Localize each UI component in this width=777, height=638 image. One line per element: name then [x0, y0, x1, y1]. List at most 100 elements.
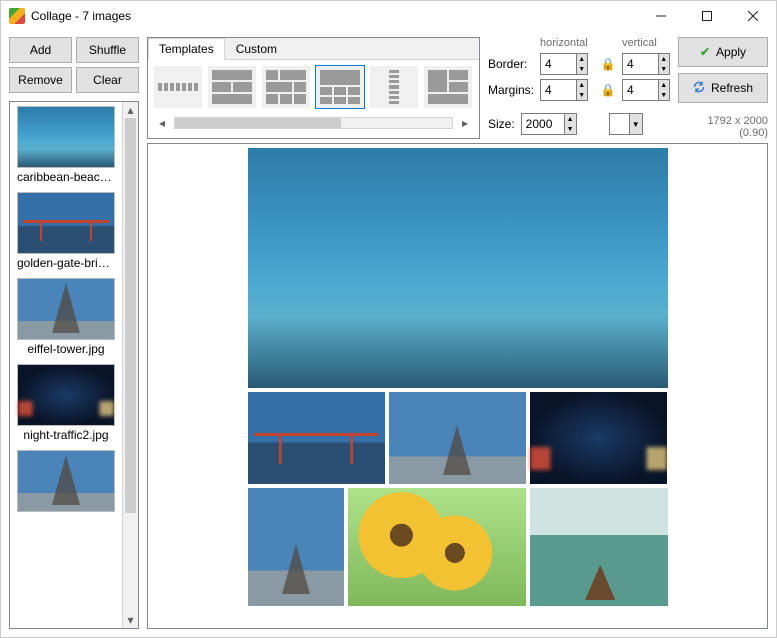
- close-button[interactable]: [730, 1, 776, 31]
- size-spinner[interactable]: ▲▼: [521, 113, 577, 135]
- preview-cell[interactable]: [248, 488, 344, 606]
- template-area: Templates Custom ◂ ▸: [147, 37, 480, 139]
- margins-h-input[interactable]: [541, 80, 576, 100]
- spinner-down-icon[interactable]: ▼: [659, 90, 669, 100]
- template-item[interactable]: [154, 66, 202, 108]
- scroll-down-icon[interactable]: ▾: [123, 612, 138, 628]
- refresh-icon: [693, 81, 705, 96]
- preview-cell[interactable]: [530, 488, 667, 606]
- lock-icon[interactable]: 🔒: [600, 82, 616, 98]
- margins-v-input[interactable]: [623, 80, 658, 100]
- collage-preview: [248, 148, 668, 606]
- window-controls: [638, 1, 776, 31]
- tab-custom[interactable]: Custom: [225, 38, 288, 59]
- thumb-caption: eiffel-tower.jpg: [17, 342, 115, 356]
- list-item[interactable]: caribbean-beach....: [10, 102, 122, 188]
- dropdown-icon[interactable]: ▼: [630, 114, 642, 134]
- preview-area[interactable]: [147, 143, 768, 629]
- border-v-spinner[interactable]: ▲▼: [622, 53, 670, 75]
- lock-icon[interactable]: 🔒: [600, 56, 616, 72]
- action-panel: ✔ Apply Refresh 1792 x 2000 (0.90): [678, 37, 768, 139]
- margins-v-spinner[interactable]: ▲▼: [622, 79, 670, 101]
- size-label: Size:: [488, 117, 515, 131]
- color-swatch: [610, 114, 630, 134]
- left-panel: Add Shuffle Remove Clear caribbean-beach…: [9, 37, 139, 629]
- template-hscrollbar[interactable]: ◂ ▸: [148, 114, 479, 132]
- refresh-label: Refresh: [711, 81, 753, 95]
- tab-templates[interactable]: Templates: [148, 38, 225, 60]
- template-item[interactable]: [424, 66, 472, 108]
- scroll-up-icon[interactable]: ▴: [123, 102, 138, 118]
- list-item[interactable]: [10, 446, 122, 518]
- scroll-right-icon[interactable]: ▸: [457, 116, 473, 130]
- apply-button[interactable]: ✔ Apply: [678, 37, 768, 67]
- border-h-spinner[interactable]: ▲▼: [540, 53, 588, 75]
- clear-button[interactable]: Clear: [76, 67, 139, 93]
- left-buttons: Add Shuffle Remove Clear: [9, 37, 139, 93]
- margins-label: Margins:: [488, 83, 534, 97]
- preview-cell[interactable]: [348, 488, 527, 606]
- titlebar: Collage - 7 images: [1, 1, 776, 31]
- border-label: Border:: [488, 57, 534, 71]
- thumb-image: [17, 106, 115, 168]
- shuffle-button[interactable]: Shuffle: [76, 37, 139, 63]
- app-icon: [9, 8, 25, 24]
- spinner-up-icon[interactable]: ▲: [659, 80, 669, 90]
- preview-cell[interactable]: [389, 392, 526, 484]
- preview-cell[interactable]: [530, 392, 667, 484]
- spinner-down-icon[interactable]: ▼: [577, 90, 587, 100]
- thumb-caption: caribbean-beach....: [17, 170, 115, 184]
- size-input[interactable]: [522, 114, 564, 134]
- thumb-vscrollbar[interactable]: ▴ ▾: [122, 102, 138, 628]
- maximize-button[interactable]: [684, 1, 730, 31]
- thumbnail-scroll-area[interactable]: caribbean-beach.... golden-gate-bridg...…: [10, 102, 122, 628]
- apply-label: Apply: [716, 45, 746, 59]
- params-panel: horizontal vertical Border: ▲▼ 🔒 ▲▼ Marg…: [488, 37, 670, 139]
- template-tabs: Templates Custom: [148, 38, 479, 60]
- list-item[interactable]: night-traffic2.jpg: [10, 360, 122, 446]
- template-item[interactable]: [208, 66, 256, 108]
- spinner-up-icon[interactable]: ▲: [577, 80, 587, 90]
- refresh-button[interactable]: Refresh: [678, 73, 768, 103]
- template-list: [148, 60, 479, 114]
- top-controls: Templates Custom ◂ ▸: [147, 37, 768, 139]
- thumb-caption: night-traffic2.jpg: [17, 428, 115, 442]
- scroll-left-icon[interactable]: ◂: [154, 116, 170, 130]
- thumb-image: [17, 192, 115, 254]
- template-item-selected[interactable]: [316, 66, 364, 108]
- preview-cell[interactable]: [248, 148, 668, 388]
- border-h-input[interactable]: [541, 54, 576, 74]
- spinner-up-icon[interactable]: ▲: [659, 54, 669, 64]
- scroll-track[interactable]: [174, 117, 453, 129]
- template-item[interactable]: [262, 66, 310, 108]
- horizontal-header: horizontal: [540, 37, 588, 49]
- remove-button[interactable]: Remove: [9, 67, 72, 93]
- template-item[interactable]: [370, 66, 418, 108]
- thumb-caption: golden-gate-bridg...: [17, 256, 115, 270]
- minimize-button[interactable]: [638, 1, 684, 31]
- scroll-thumb[interactable]: [125, 118, 136, 513]
- border-v-input[interactable]: [623, 54, 658, 74]
- vertical-header: vertical: [622, 37, 670, 49]
- scroll-thumb[interactable]: [175, 118, 341, 128]
- thumbnail-list: caribbean-beach.... golden-gate-bridg...…: [9, 101, 139, 629]
- list-item[interactable]: golden-gate-bridg...: [10, 188, 122, 274]
- status-text: 1792 x 2000 (0.90): [678, 115, 768, 139]
- spinner-down-icon[interactable]: ▼: [577, 64, 587, 74]
- spinner-down-icon[interactable]: ▼: [659, 64, 669, 74]
- right-panel: Templates Custom ◂ ▸: [147, 37, 768, 629]
- thumb-image: [17, 278, 115, 340]
- scroll-track[interactable]: [123, 118, 138, 612]
- spinner-down-icon[interactable]: ▼: [565, 124, 576, 134]
- preview-cell[interactable]: [248, 392, 385, 484]
- color-picker[interactable]: ▼: [609, 113, 643, 135]
- add-button[interactable]: Add: [9, 37, 72, 63]
- margins-h-spinner[interactable]: ▲▼: [540, 79, 588, 101]
- thumb-image: [17, 364, 115, 426]
- spinner-up-icon[interactable]: ▲: [577, 54, 587, 64]
- window-title: Collage - 7 images: [31, 9, 131, 23]
- thumb-image: [17, 450, 115, 512]
- spinner-up-icon[interactable]: ▲: [565, 114, 576, 124]
- check-icon: ✔: [700, 45, 710, 59]
- list-item[interactable]: eiffel-tower.jpg: [10, 274, 122, 360]
